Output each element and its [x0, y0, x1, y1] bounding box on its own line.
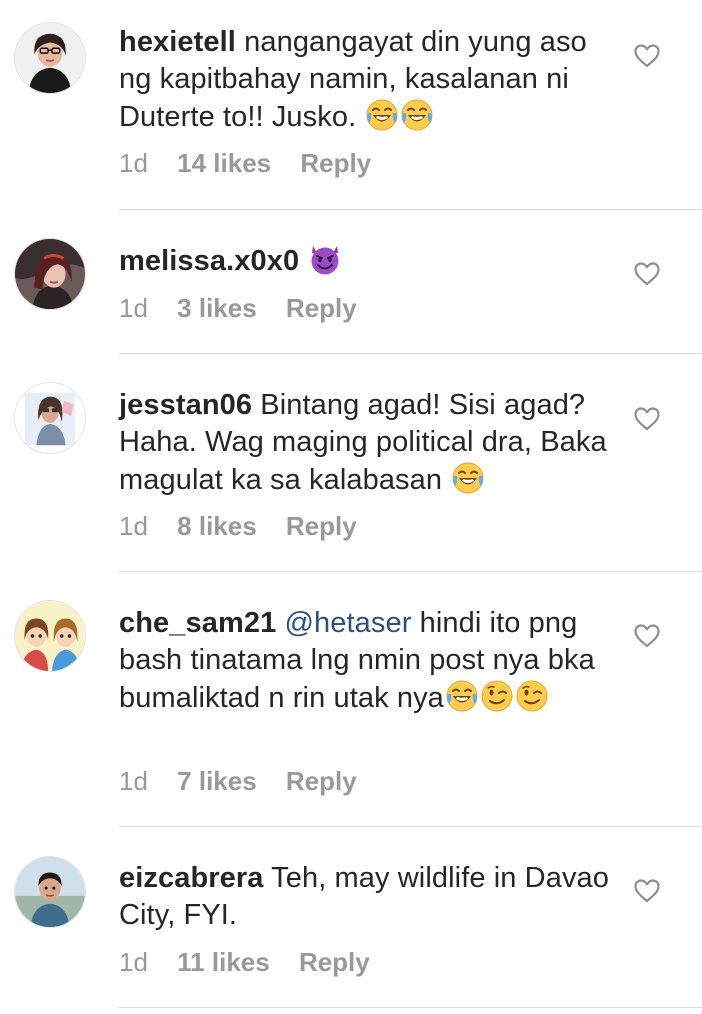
avatar[interactable]	[14, 382, 86, 454]
likes-count[interactable]: 7 likes	[177, 766, 257, 796]
comment-text: che_sam21 @hetaser hindi ito png bash ti…	[119, 605, 619, 717]
reply-button[interactable]: Reply	[286, 511, 357, 541]
smiling-face-with-horns-icon	[308, 242, 342, 276]
comment-meta: 1d 11 likes Reply	[119, 947, 370, 977]
comment-username[interactable]: eizcabrera	[119, 862, 264, 894]
likes-count[interactable]: 3 likes	[177, 293, 257, 323]
heart-outline-icon[interactable]	[634, 879, 660, 903]
reply-button[interactable]: Reply	[286, 293, 357, 323]
avatar[interactable]	[14, 238, 86, 310]
comment-text: hexietell nangangayat din yung aso ng ka…	[119, 24, 619, 136]
comment-meta: 1d 3 likes Reply	[119, 293, 357, 323]
comment-timestamp: 1d	[119, 148, 148, 178]
comment-meta: 1d 8 likes Reply	[119, 511, 357, 541]
heart-outline-icon[interactable]	[634, 44, 660, 68]
winking-face-icon	[515, 679, 549, 713]
divider	[119, 1007, 702, 1008]
divider	[119, 571, 702, 572]
heart-outline-icon[interactable]	[634, 262, 660, 286]
divider	[119, 209, 702, 210]
divider	[119, 826, 702, 827]
comment-username[interactable]: che_sam21	[119, 607, 276, 639]
comment-username[interactable]: jesstan06	[119, 389, 252, 421]
face-with-tears-of-joy-icon	[451, 461, 485, 495]
likes-count[interactable]: 11 likes	[177, 947, 270, 977]
comment-meta: 1d 14 likes Reply	[119, 148, 371, 178]
reply-button[interactable]: Reply	[299, 947, 370, 977]
mention-link[interactable]: @hetaser	[284, 607, 411, 639]
comment-text: melissa.x0x0	[119, 242, 619, 280]
avatar[interactable]	[14, 856, 86, 928]
avatar[interactable]	[14, 600, 86, 672]
likes-count[interactable]: 8 likes	[177, 511, 257, 541]
comment-timestamp: 1d	[119, 293, 148, 323]
face-with-tears-of-joy-icon	[365, 98, 399, 132]
comment-text: jesstan06 Bintang agad! Sisi agad? Haha.…	[119, 387, 619, 499]
divider	[119, 353, 702, 354]
reply-button[interactable]: Reply	[300, 148, 371, 178]
winking-face-icon	[480, 679, 514, 713]
likes-count[interactable]: 14 likes	[177, 148, 271, 178]
face-with-tears-of-joy-icon	[445, 679, 479, 713]
comment-username[interactable]: melissa.x0x0	[119, 245, 299, 277]
comment-meta: 1d 7 likes Reply	[119, 766, 357, 796]
comment-text: eizcabrera Teh, may wildlife in Davao Ci…	[119, 860, 619, 934]
reply-button[interactable]: Reply	[286, 766, 357, 796]
face-with-tears-of-joy-icon	[400, 98, 434, 132]
comment-timestamp: 1d	[119, 947, 148, 977]
avatar[interactable]	[14, 22, 86, 94]
comment-timestamp: 1d	[119, 766, 148, 796]
heart-outline-icon[interactable]	[634, 407, 660, 431]
comment-timestamp: 1d	[119, 511, 148, 541]
comment-username[interactable]: hexietell	[119, 26, 236, 58]
heart-outline-icon[interactable]	[634, 624, 660, 648]
